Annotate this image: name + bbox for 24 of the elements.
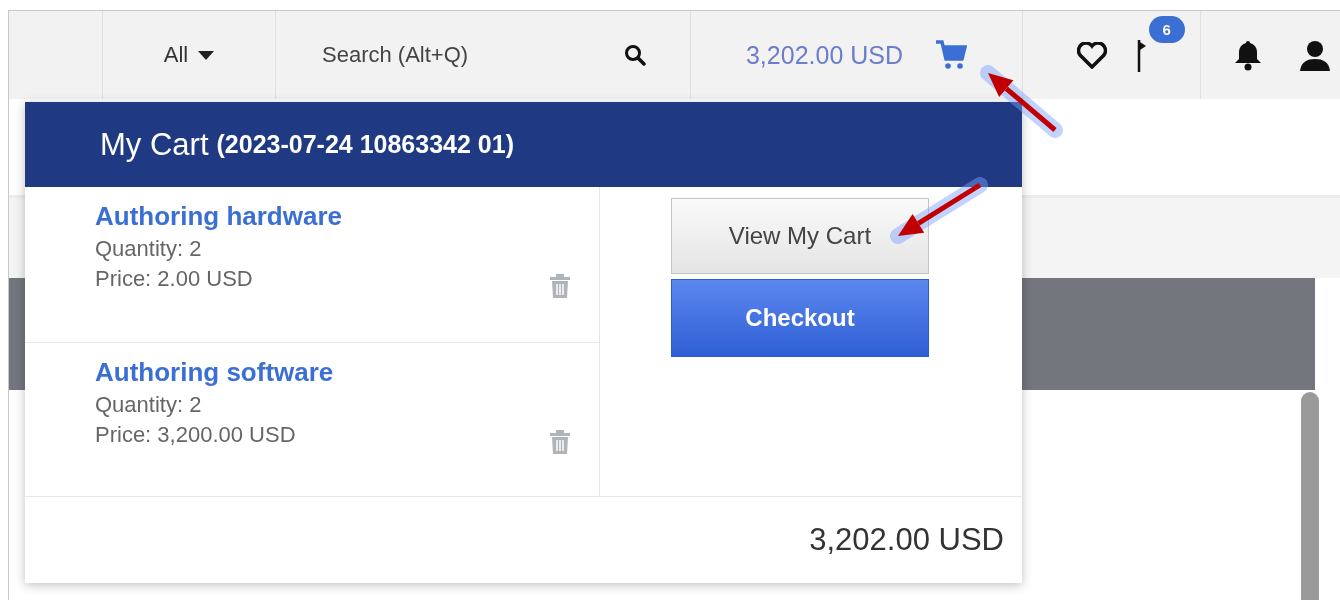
- search-icon[interactable]: [624, 44, 646, 66]
- heart-icon[interactable]: [1076, 41, 1107, 69]
- cart-title: My Cart: [100, 126, 209, 163]
- scrollbar[interactable]: [1301, 392, 1319, 600]
- item-quantity: Quantity: 2: [95, 392, 203, 418]
- trash-icon: [549, 273, 571, 299]
- cart-icon[interactable]: [935, 40, 967, 70]
- item-name-link[interactable]: Authoring software: [95, 357, 334, 388]
- checkout-button[interactable]: Checkout: [671, 279, 929, 357]
- notification-badge: 6: [1148, 16, 1185, 43]
- item-name-link[interactable]: Authoring hardware: [95, 201, 342, 232]
- order-reference: (2023-07-24 10863342 01): [216, 130, 514, 159]
- trash-icon: [549, 429, 571, 455]
- caret-icon: [198, 50, 215, 60]
- cart-total-amount: 3,202.00 USD: [809, 522, 1004, 558]
- item-price: Price: 2.00 USD: [95, 266, 254, 292]
- view-cart-button[interactable]: View My Cart: [671, 198, 929, 274]
- item-quantity: Quantity: 2: [95, 236, 203, 262]
- user-icon[interactable]: [1299, 39, 1331, 71]
- cart-total[interactable]: 3,202.00 USD: [745, 40, 903, 70]
- item-price: Price: 3,200.00 USD: [95, 422, 297, 448]
- search-field[interactable]: Search (Alt+Q): [320, 41, 624, 69]
- bell-icon[interactable]: [1233, 39, 1263, 71]
- scope-dropdown[interactable]: All: [159, 38, 219, 72]
